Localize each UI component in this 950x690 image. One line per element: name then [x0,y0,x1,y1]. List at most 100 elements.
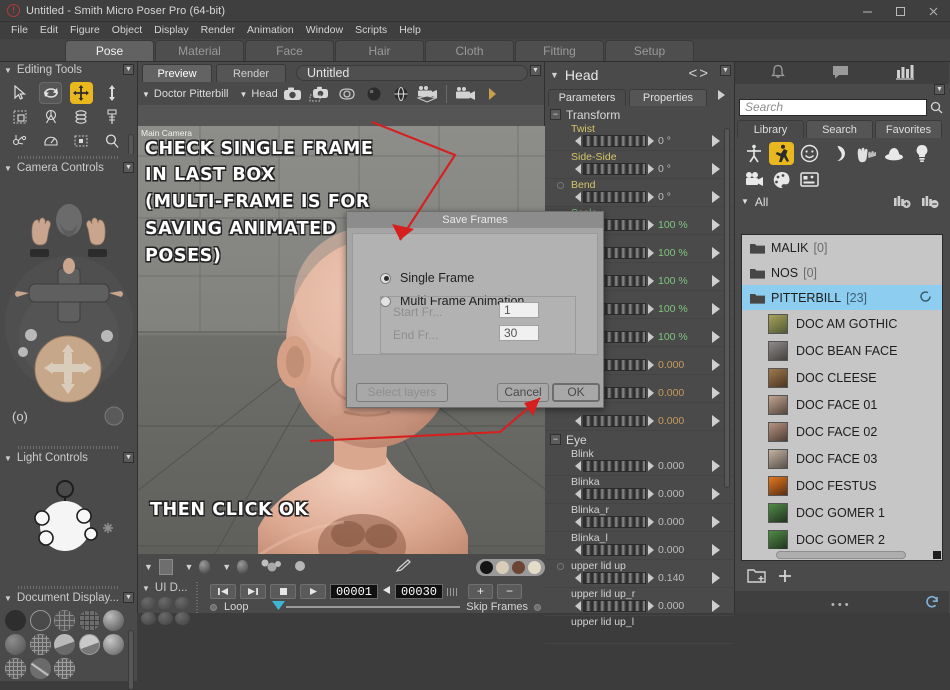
new-folder-icon[interactable] [747,567,767,587]
maximize-icon[interactable] [884,0,917,22]
tool-translate-pull[interactable] [66,81,97,105]
dial-value[interactable]: 0.000 [658,415,684,427]
dial-right-arrow-icon[interactable] [648,248,654,258]
bell-icon[interactable] [770,64,785,82]
sphere-icon[interactable] [362,84,386,104]
tool-grouping[interactable] [5,129,36,153]
list-item[interactable]: DOC FACE 01 [742,391,942,418]
dial-knob[interactable] [583,488,646,500]
single-sphere-icon[interactable] [292,558,308,577]
style-smooth-shaded[interactable] [103,634,125,655]
parameters-scrollbar[interactable] [724,128,730,488]
menu-window[interactable]: Window [300,22,349,39]
dial-right-arrow-icon[interactable] [648,545,654,555]
figures-icon[interactable] [741,142,766,165]
style-cartoon-line[interactable] [78,634,100,655]
dial-expand-icon[interactable] [712,247,720,259]
ui-dots-header[interactable]: ▼ UI D... [138,580,198,596]
ui-dot[interactable] [158,597,173,610]
dial-control[interactable] [575,516,654,528]
dial-left-arrow-icon[interactable] [575,545,581,555]
collapse-triangle-icon[interactable]: ▼ [4,66,12,75]
ui-dot[interactable] [158,612,173,625]
end-frame-input[interactable]: 30 [499,325,539,341]
chevron-down-icon-2[interactable]: ▼ [185,562,194,572]
next-arrow-icon[interactable] [480,84,504,104]
dial-value[interactable]: 100 % [658,247,688,259]
dial-value[interactable]: 0.000 [658,516,684,528]
dial-value[interactable]: 0.000 [658,488,684,500]
parameters-tab-next-icon[interactable] [716,89,726,104]
editing-tools-header[interactable]: ▼ Editing Tools ▼ [0,62,137,78]
list-item[interactable]: DOC GOMER 1 [742,499,942,526]
tool-rotate[interactable] [36,81,67,105]
dial-value[interactable]: 0.000 [658,460,684,472]
tab-face[interactable]: Face [245,40,334,61]
dial-knob[interactable] [583,135,646,147]
library-hscrollbar[interactable] [742,549,942,560]
collapse-box-icon[interactable]: − [550,434,561,445]
list-item[interactable]: DOC FESTUS [742,472,942,499]
dial-right-arrow-icon[interactable] [648,517,654,527]
menu-render[interactable]: Render [195,22,241,39]
dial-expand-icon[interactable] [712,572,720,584]
dial-right-arrow-icon[interactable] [648,136,654,146]
dial-expand-icon[interactable] [712,135,720,147]
tool-magnify[interactable] [97,129,128,153]
dial-left-arrow-icon[interactable] [575,164,581,174]
dial-keyframe-dot[interactable] [557,182,564,189]
camera-controls-widget[interactable]: (o) [0,176,137,444]
style-cartoon[interactable] [54,634,76,655]
chat-icon[interactable] [832,65,849,82]
dial-control[interactable] [575,135,654,147]
camera-icon[interactable] [281,84,305,104]
dial-upper-lid-up-r[interactable]: upper lid up_r 0.000 [545,588,734,616]
collapse-triangle-icon[interactable]: ▼ [550,70,559,80]
dial-upper-lid-up[interactable]: upper lid up 0.140 [545,560,734,588]
dial-blinka-r[interactable]: Blinka_r 0.000 [545,504,734,532]
dial-right-arrow-icon[interactable] [648,388,654,398]
tool-color[interactable] [97,105,128,129]
sphere-swatch-2[interactable] [237,560,249,574]
dial-control[interactable] [575,191,654,203]
dial-expand-icon[interactable] [712,387,720,399]
dial-value[interactable]: 100 % [658,275,688,287]
style-texture-shaded[interactable] [5,658,26,679]
parameter-group-eye[interactable]: − Eye [545,431,734,448]
tab-properties[interactable]: Properties [629,89,707,106]
folder-row-nos[interactable]: NOS [0] [742,260,942,285]
library-bars-icon[interactable] [895,64,914,83]
dial-control[interactable] [575,572,654,584]
add-icon[interactable] [777,568,793,587]
cluster-spheres-icon[interactable] [260,558,282,577]
remove-library-icon[interactable] [921,194,939,212]
menu-scripts[interactable]: Scripts [349,22,393,39]
tool-taper[interactable] [36,105,67,129]
dial-knob[interactable] [583,516,646,528]
chevron-down-icon[interactable]: ▼ [144,562,153,572]
dial-value[interactable]: 0.000 [658,544,684,556]
dial-control[interactable] [575,460,654,472]
dial-value[interactable]: 100 % [658,303,688,315]
cancel-button[interactable]: Cancel [497,383,549,402]
dial-knob[interactable] [583,600,646,612]
dial-bend[interactable]: Bend 0 ° [545,179,734,207]
menu-figure[interactable]: Figure [64,22,106,39]
dial-expand-icon[interactable] [712,460,720,472]
dial-blinka-l[interactable]: Blinka_l 0.000 [545,532,734,560]
refresh-icon[interactable] [925,595,939,612]
collapse-box-icon[interactable]: − [550,109,561,120]
cameras-stack-icon[interactable] [416,84,440,104]
scenes-icon[interactable] [797,168,822,191]
stop-button[interactable] [270,584,296,599]
dial-value[interactable]: 0.000 [658,387,684,399]
dial-left-arrow-icon[interactable] [575,517,581,527]
collapse-triangle-icon[interactable]: ▼ [4,594,12,603]
dial-right-arrow-icon[interactable] [648,573,654,583]
dial-left-arrow-icon[interactable] [575,192,581,202]
ui-dot[interactable] [175,612,190,625]
dial-value[interactable]: 0.000 [658,359,684,371]
palette-menu-icon[interactable]: ▼ [123,162,134,173]
dial-control[interactable] [575,163,654,175]
save-frames-dialog[interactable]: Save Frames Single Frame Multi Frame Ani… [346,211,604,408]
